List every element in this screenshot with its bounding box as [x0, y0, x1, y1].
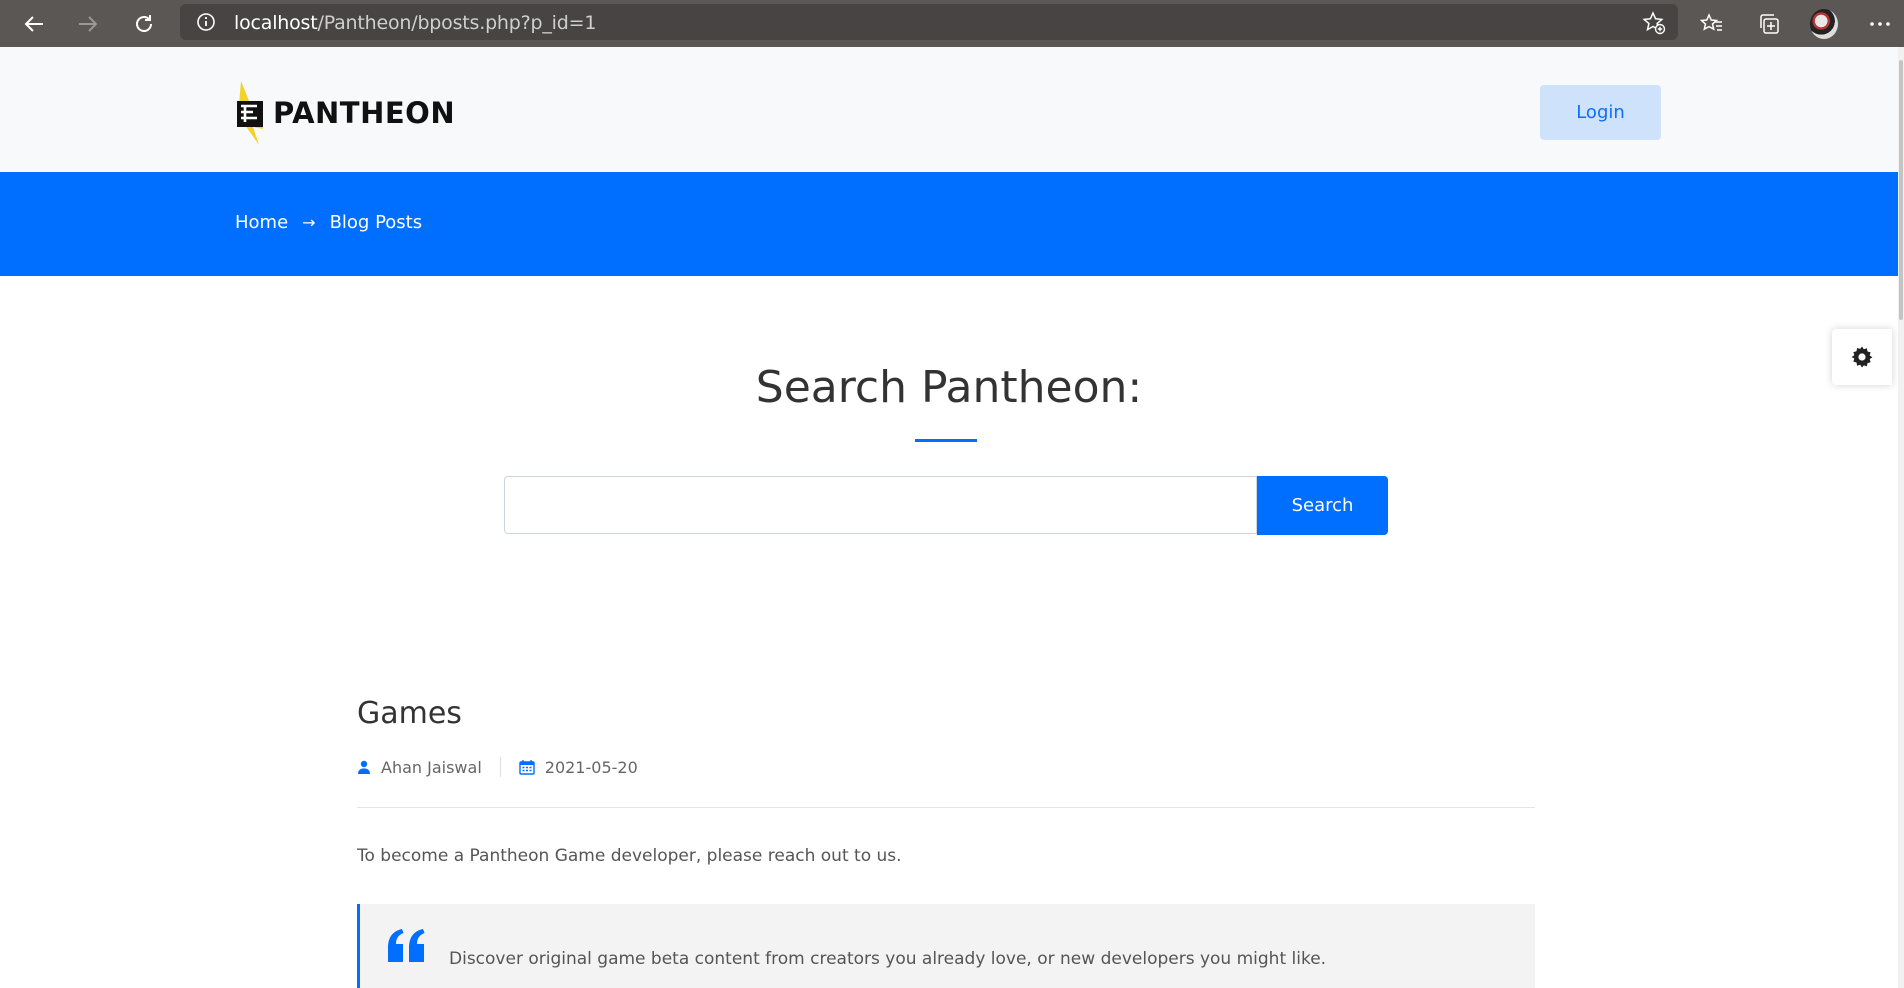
scrollbar-thumb[interactable] [1899, 60, 1903, 320]
post-divider [357, 807, 1535, 808]
url-path: /Pantheon/bposts.php?p_id=1 [317, 12, 597, 34]
profile-avatar[interactable] [1810, 9, 1838, 39]
calendar-icon [519, 760, 535, 775]
user-icon [358, 760, 370, 774]
post-title[interactable]: Games [357, 696, 462, 731]
search-title: Search Pantheon: [755, 362, 1143, 413]
site-logo[interactable]: PANTHEON [235, 79, 455, 147]
post-author[interactable]: Ahan Jaiswal [357, 758, 482, 777]
info-icon[interactable] [196, 12, 216, 32]
breadcrumb-home-link[interactable]: Home [235, 212, 288, 233]
post-meta: Ahan Jaiswal 2021-05-20 [357, 757, 638, 777]
breadcrumb-banner: Home → Blog Posts [0, 172, 1898, 276]
date-value: 2021-05-20 [544, 757, 638, 777]
logo-text: PANTHEON [273, 96, 456, 130]
back-icon[interactable] [18, 8, 50, 40]
meta-divider [499, 757, 501, 777]
collections-icon[interactable] [1755, 10, 1783, 38]
refresh-icon[interactable] [128, 8, 160, 40]
url-text[interactable]: localhost/Pantheon/bposts.php?p_id=1 [234, 12, 596, 34]
more-menu-icon[interactable] [1866, 10, 1894, 38]
blockquote: Discover original game beta content from… [357, 904, 1535, 988]
search-button[interactable]: Search [1257, 476, 1388, 535]
site-header: PANTHEON Login [0, 47, 1898, 172]
breadcrumb: Home → Blog Posts [235, 212, 422, 233]
add-favorite-icon[interactable] [1642, 11, 1666, 35]
author-name: Ahan Jaiswal [381, 757, 482, 777]
quote-text: Discover original game beta content from… [449, 949, 1327, 969]
quote-icon [388, 929, 425, 962]
forward-icon[interactable] [72, 8, 104, 40]
search-input[interactable] [504, 476, 1257, 534]
post-date[interactable]: 2021-05-20 [519, 758, 638, 777]
address-bar[interactable]: localhost/Pantheon/bposts.php?p_id=1 [180, 4, 1678, 40]
lightning-logo-icon [237, 81, 263, 145]
login-button[interactable]: Login [1540, 85, 1661, 140]
title-underline [915, 439, 977, 442]
arrow-right-icon: → [302, 213, 316, 232]
post-body: To become a Pantheon Game developer, ple… [357, 846, 902, 866]
url-host: localhost [234, 12, 318, 34]
breadcrumb-current: Blog Posts [329, 212, 423, 233]
browser-toolbar: localhost/Pantheon/bposts.php?p_id=1 [0, 0, 1904, 47]
favorites-icon[interactable] [1698, 10, 1726, 38]
avatar [1810, 9, 1838, 39]
